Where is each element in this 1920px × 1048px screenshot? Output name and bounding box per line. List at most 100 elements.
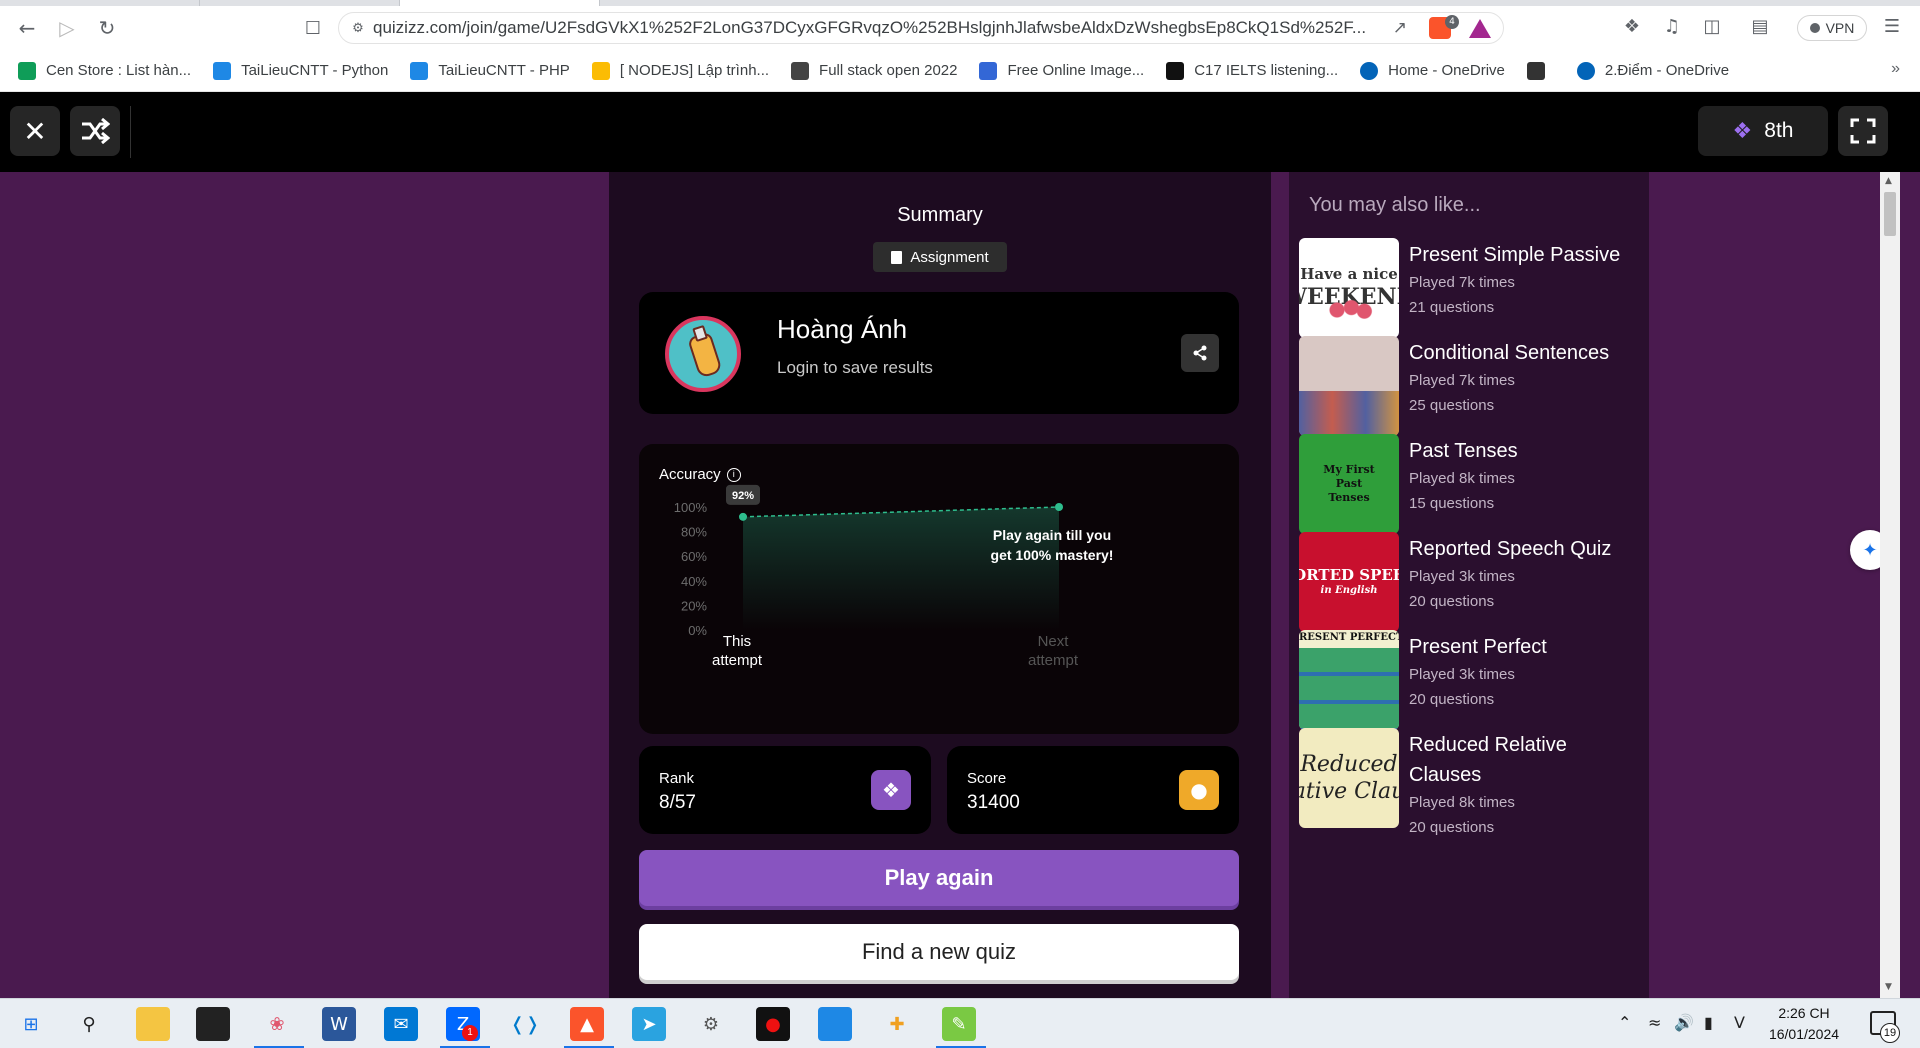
- page-scrollbar[interactable]: ▲ ▼: [1880, 172, 1900, 998]
- rank-value: 8/57: [659, 792, 696, 813]
- windows-start-icon[interactable]: ⊞: [14, 1007, 48, 1041]
- play-again-button[interactable]: Play again: [639, 850, 1239, 906]
- snipping-tool-icon[interactable]: ❀: [260, 1007, 294, 1041]
- quiz-title[interactable]: Past Tenses: [1409, 436, 1639, 466]
- phone-link-icon[interactable]: [818, 1007, 852, 1041]
- bookmark-favicon-icon: [18, 61, 36, 80]
- site-settings-icon[interactable]: ⚙: [343, 21, 373, 36]
- quiz-title[interactable]: Present Simple Passive: [1409, 240, 1639, 270]
- bookmark-favicon-icon: [1166, 61, 1185, 80]
- quiz-thumbnail: PORTED SPEECin English: [1299, 532, 1399, 632]
- shuffle-glyph: [82, 118, 110, 144]
- recommendation-item[interactable]: Conditional Sentences Played 7k times 25 q…: [1299, 336, 1639, 436]
- brave-rewards-icon[interactable]: [1469, 19, 1491, 38]
- login-hint[interactable]: Login to save results: [777, 358, 933, 378]
- sticky-notes-icon[interactable]: [196, 1007, 230, 1041]
- media-icon[interactable]: ♫: [1659, 14, 1685, 40]
- brave-icon[interactable]: ▲: [570, 1007, 604, 1041]
- thumbnail-caption: Past: [1335, 477, 1363, 491]
- quiz-title[interactable]: Reduced Relative Clauses: [1409, 730, 1639, 790]
- extensions-icon[interactable]: ❖: [1619, 14, 1645, 40]
- ime-icon[interactable]: V: [1734, 1013, 1745, 1032]
- vpn-button[interactable]: VPN: [1797, 15, 1867, 41]
- tool-icon[interactable]: ✚: [880, 1007, 914, 1041]
- share-button[interactable]: [1181, 334, 1219, 372]
- accuracy-point: [739, 512, 747, 521]
- bookmark-label: Full stack open 2022: [819, 62, 958, 79]
- score-value: 31400: [967, 792, 1020, 813]
- file-explorer-icon[interactable]: [136, 1007, 170, 1041]
- address-bar[interactable]: ⚙ quizizz.com/join/game/U2FsdGVkX1%252F2…: [338, 12, 1504, 44]
- recommendation-item[interactable]: Reducedative ClauReduced Relative Clause…: [1299, 728, 1639, 836]
- quiz-play-count: Played 3k times: [1409, 568, 1515, 585]
- brave-shields-count: 4: [1445, 15, 1459, 29]
- mail-icon[interactable]: ✉: [384, 1007, 418, 1041]
- app-icon[interactable]: ⚙: [694, 1007, 728, 1041]
- bookmark-item[interactable]: 2.Điểm - OneDrive: [1576, 61, 1729, 80]
- url-text[interactable]: quizizz.com/join/game/U2FsdGVkX1%252F2Lo…: [373, 18, 1373, 38]
- share-page-icon[interactable]: ↗: [1393, 18, 1407, 38]
- quiz-thumbnail: Reducedative Clau: [1299, 728, 1399, 828]
- bookmark-item[interactable]: Home - OneDrive: [1360, 61, 1505, 80]
- more-bookmarks-icon[interactable]: »: [1891, 60, 1900, 78]
- paint-icon[interactable]: ✎: [942, 1007, 976, 1041]
- score-label: Score: [967, 770, 1007, 787]
- bookmark-item[interactable]: TaiLieuCNTT - PHP: [410, 61, 570, 80]
- recommendations-title: You may also like...: [1309, 194, 1481, 216]
- wifi-icon[interactable]: ≈: [1648, 1013, 1661, 1032]
- tray-chevron-icon[interactable]: ⌃: [1618, 1013, 1631, 1032]
- close-icon[interactable]: ✕: [10, 106, 60, 156]
- quiz-play-count: Played 3k times: [1409, 666, 1515, 683]
- find-new-quiz-button[interactable]: Find a new quiz: [639, 924, 1239, 980]
- sidebar-icon[interactable]: ◫: [1699, 14, 1725, 40]
- vscode-icon[interactable]: ❬❭: [508, 1007, 542, 1041]
- bookmark-item[interactable]: [ NODEJS] Lập trình...: [591, 61, 770, 80]
- bookmark-item[interactable]: TaiLieuCNTT - Python: [213, 61, 388, 80]
- bookmark-item[interactable]: Full stack open 2022: [791, 61, 958, 80]
- thumbnail-caption: My First: [1323, 463, 1375, 477]
- scroll-up-icon[interactable]: ▲: [1885, 176, 1892, 186]
- search-icon[interactable]: ⚲: [72, 1007, 106, 1041]
- zalo-badge: 1: [462, 1025, 478, 1041]
- recommendation-item[interactable]: My First Past Tenses Past Tenses Played 8k t…: [1299, 434, 1639, 534]
- menu-icon[interactable]: ☰: [1879, 14, 1905, 40]
- quiz-title[interactable]: Reported Speech Quiz: [1409, 534, 1639, 564]
- bookmark-icon[interactable]: ☐: [298, 13, 328, 43]
- forward-icon[interactable]: ▷: [52, 13, 82, 43]
- info-icon[interactable]: i: [726, 467, 741, 482]
- quiz-question-count: 25 questions: [1409, 397, 1495, 414]
- medal-icon: ❖: [871, 770, 911, 810]
- recommendation-item[interactable]: RESENT PERFECT TENS Present Perfect Played…: [1299, 630, 1639, 730]
- word-icon[interactable]: W: [322, 1007, 356, 1041]
- scroll-down-icon[interactable]: ▼: [1885, 982, 1892, 992]
- scrollbar-thumb[interactable]: [1884, 192, 1896, 236]
- fullscreen-glyph: [1850, 118, 1876, 144]
- quiz-play-count: Played 8k times: [1409, 794, 1515, 811]
- wallet-icon[interactable]: ▤: [1747, 14, 1773, 40]
- battery-icon[interactable]: ▮: [1704, 1013, 1713, 1032]
- bookmark-item[interactable]: Free Online Image...: [979, 61, 1144, 80]
- bookmark-label: TaiLieuCNTT - PHP: [438, 62, 570, 79]
- recorder-icon[interactable]: ●: [756, 1007, 790, 1041]
- shuffle-icon[interactable]: [70, 106, 120, 156]
- telegram-icon[interactable]: ➤: [632, 1007, 666, 1041]
- assignment-label: Assignment: [910, 248, 989, 266]
- bookmark-label: [ NODEJS] Lập trình...: [619, 62, 770, 79]
- recommendation-item[interactable]: Have a niceWEEKEND Present Simple Passive…: [1299, 238, 1639, 338]
- bookmark-item[interactable]: [1526, 61, 1555, 80]
- y-tick-label: 20%: [681, 598, 707, 613]
- bookmark-label: Home - OneDrive: [1388, 62, 1505, 79]
- bookmark-item[interactable]: Cen Store : List hàn...: [18, 61, 191, 80]
- recommendation-item[interactable]: PORTED SPEECin English Reported Speech Qu…: [1299, 532, 1639, 632]
- quiz-title[interactable]: Conditional Sentences: [1409, 338, 1639, 368]
- accuracy-point: [1055, 503, 1063, 511]
- fullscreen-icon[interactable]: [1838, 106, 1888, 156]
- clock[interactable]: 2:26 CH 16/01/2024: [1758, 1003, 1850, 1045]
- volume-icon[interactable]: 🔊: [1674, 1013, 1694, 1032]
- share-icon: [1193, 345, 1207, 361]
- back-icon[interactable]: ←: [12, 13, 42, 43]
- bookmark-item[interactable]: C17 IELTS listening...: [1166, 61, 1338, 80]
- reload-icon[interactable]: ↻: [92, 13, 122, 43]
- quiz-title[interactable]: Present Perfect: [1409, 632, 1639, 662]
- bookmark-favicon-icon: [1576, 61, 1595, 80]
